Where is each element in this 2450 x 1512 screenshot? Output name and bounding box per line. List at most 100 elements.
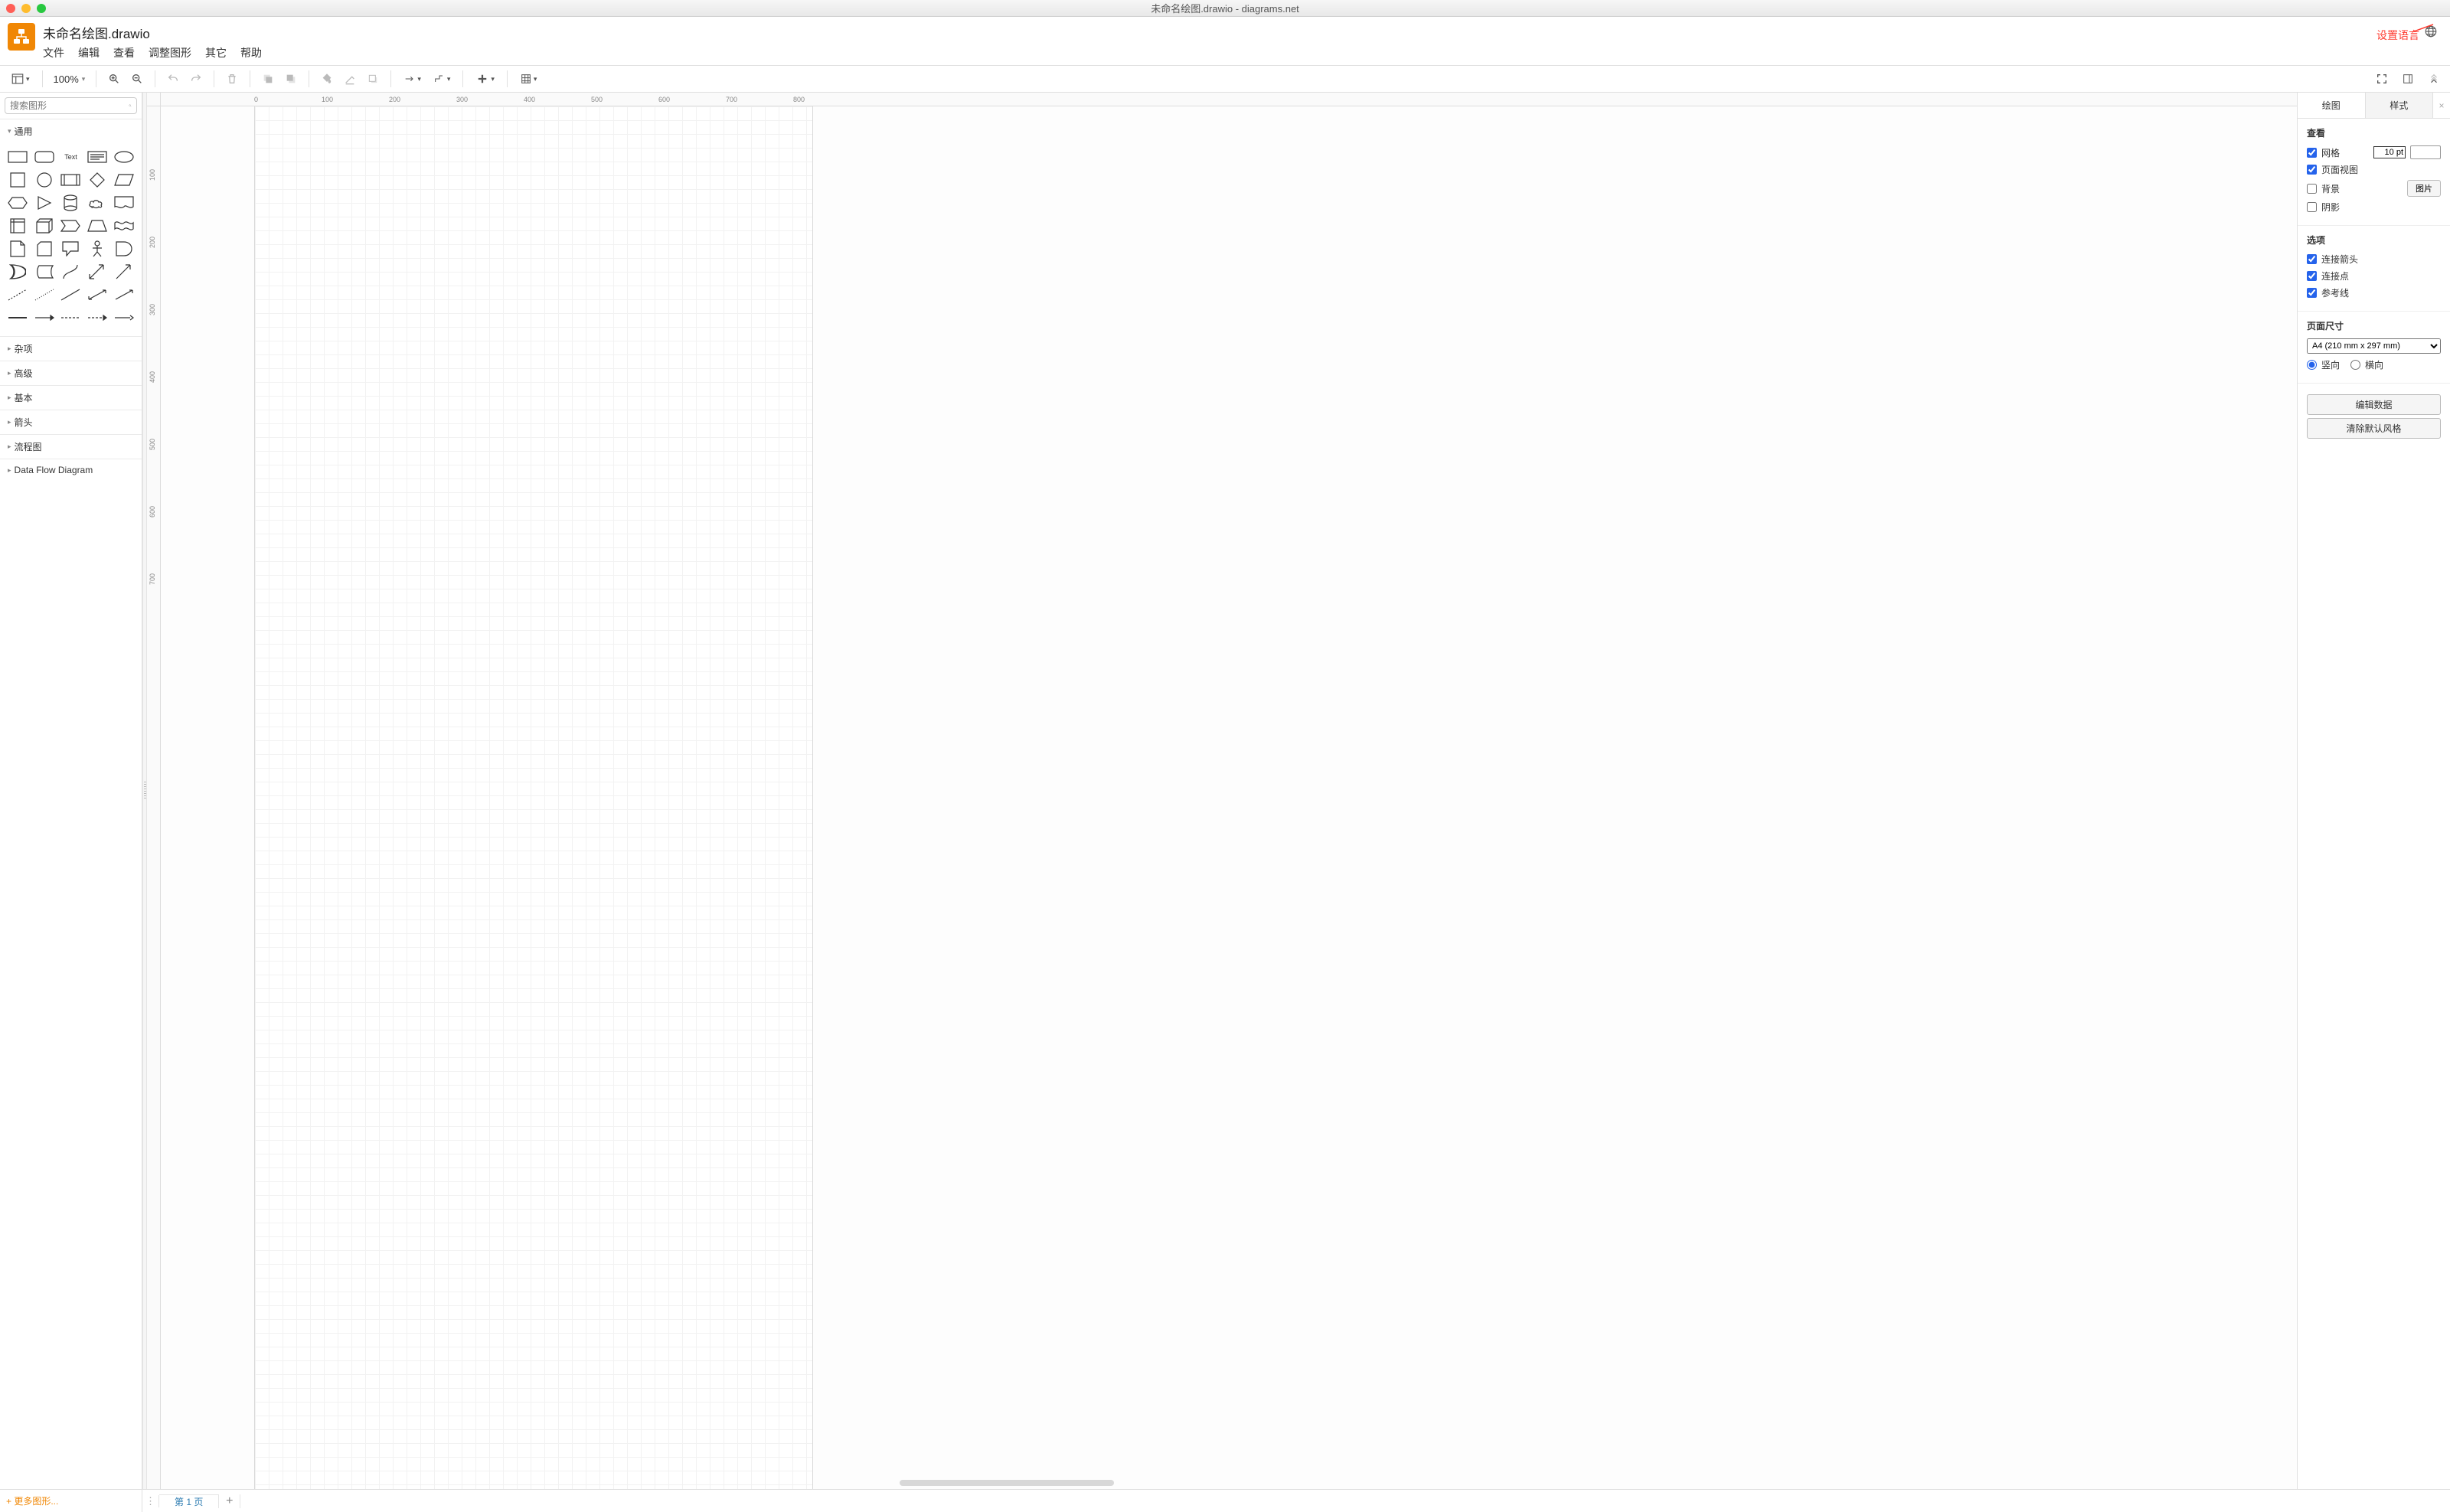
category-general[interactable]: ▾通用 [0, 119, 142, 143]
menu-file[interactable]: 文件 [43, 45, 64, 60]
shape-document[interactable] [112, 194, 136, 212]
shadow-button[interactable] [363, 69, 383, 89]
shape-step[interactable] [59, 217, 83, 235]
shape-rectangle[interactable] [6, 148, 30, 166]
collapse-button[interactable] [2424, 69, 2444, 89]
background-image-button[interactable]: 图片 [2407, 180, 2441, 197]
connection-button[interactable]: ▾ [399, 69, 426, 89]
tab-diagram[interactable]: 绘图 [2298, 93, 2366, 118]
canvas[interactable]: 0 100 200 300 400 500 600 700 800 100 20… [147, 93, 2297, 1489]
menu-adjust-shape[interactable]: 调整图形 [149, 45, 191, 60]
menu-other[interactable]: 其它 [205, 45, 227, 60]
shape-dashed-line[interactable] [6, 286, 30, 304]
shape-note[interactable] [6, 240, 30, 258]
close-window-button[interactable] [6, 4, 15, 13]
category-advanced[interactable]: ▸高级 [0, 361, 142, 385]
category-basic[interactable]: ▸基本 [0, 385, 142, 410]
menu-help[interactable]: 帮助 [240, 45, 262, 60]
guides-checkbox[interactable] [2307, 288, 2317, 298]
maximize-window-button[interactable] [37, 4, 46, 13]
zoom-dropdown[interactable]: 100%▾ [51, 73, 89, 85]
shape-connector-3[interactable] [59, 309, 83, 327]
shape-line-arrow-both[interactable] [86, 286, 109, 304]
more-shapes-button[interactable]: + 更多图形... [6, 1494, 58, 1507]
background-checkbox[interactable] [2307, 184, 2317, 194]
insert-button[interactable]: ▾ [471, 69, 499, 89]
edit-data-button[interactable]: 编辑数据 [2307, 394, 2441, 415]
shape-text[interactable]: Text [59, 148, 83, 166]
shape-internal-storage[interactable] [6, 217, 30, 235]
shape-diamond[interactable] [86, 171, 109, 189]
shape-parallelogram[interactable] [112, 171, 136, 189]
shape-dotted-line[interactable] [33, 286, 57, 304]
menu-view[interactable]: 查看 [113, 45, 135, 60]
add-page-button[interactable]: + [219, 1494, 240, 1508]
shape-tape[interactable] [112, 217, 136, 235]
pageview-checkbox[interactable] [2307, 165, 2317, 175]
shape-line-arrow[interactable] [112, 286, 136, 304]
page-menu-icon[interactable]: ⋮ [142, 1495, 159, 1507]
to-back-button[interactable] [281, 69, 301, 89]
shape-square[interactable] [6, 171, 30, 189]
shadow-checkbox[interactable] [2307, 202, 2317, 212]
waypoint-button[interactable]: ▾ [429, 69, 456, 89]
shape-rounded-rect[interactable] [33, 148, 57, 166]
shape-and[interactable] [112, 240, 136, 258]
minimize-window-button[interactable] [21, 4, 31, 13]
category-misc[interactable]: ▸杂项 [0, 336, 142, 361]
to-front-button[interactable] [258, 69, 278, 89]
shape-actor[interactable] [86, 240, 109, 258]
horizontal-scrollbar[interactable] [900, 1480, 1114, 1486]
language-icon[interactable] [2424, 24, 2438, 41]
shape-textbox[interactable] [86, 148, 109, 166]
shape-curve[interactable] [59, 263, 83, 281]
clear-style-button[interactable]: 清除默认风格 [2307, 418, 2441, 439]
shape-cube[interactable] [33, 217, 57, 235]
landscape-radio[interactable] [2350, 360, 2360, 370]
shape-cylinder[interactable] [59, 194, 83, 212]
shape-arrow[interactable] [112, 263, 136, 281]
undo-button[interactable] [163, 69, 183, 89]
document-title[interactable]: 未命名绘图.drawio [43, 21, 262, 45]
shape-connector-4[interactable] [86, 309, 109, 327]
zoom-in-button[interactable] [104, 69, 124, 89]
fill-color-button[interactable] [317, 69, 337, 89]
shape-ellipse[interactable] [112, 148, 136, 166]
category-arrows[interactable]: ▸箭头 [0, 410, 142, 434]
table-button[interactable]: ▾ [515, 69, 542, 89]
line-color-button[interactable] [340, 69, 360, 89]
zoom-out-button[interactable] [127, 69, 147, 89]
format-panel-toggle[interactable] [2398, 69, 2418, 89]
delete-button[interactable] [222, 69, 242, 89]
pagesize-select[interactable]: A4 (210 mm x 297 mm) [2307, 338, 2441, 354]
grid-checkbox[interactable] [2307, 148, 2317, 158]
grid-size-input[interactable] [2373, 146, 2406, 158]
fullscreen-button[interactable] [2372, 69, 2392, 89]
shape-search[interactable] [5, 97, 137, 114]
shape-trapezoid[interactable] [86, 217, 109, 235]
conn-point-checkbox[interactable] [2307, 271, 2317, 281]
drawing-page[interactable] [254, 106, 813, 1489]
shape-card[interactable] [33, 240, 57, 258]
shape-data-storage[interactable] [33, 263, 57, 281]
category-flowchart[interactable]: ▸流程图 [0, 434, 142, 459]
conn-arrow-checkbox[interactable] [2307, 254, 2317, 264]
shape-connector-2[interactable] [33, 309, 57, 327]
shape-or[interactable] [6, 263, 30, 281]
shape-triangle[interactable] [33, 194, 57, 212]
shape-line[interactable] [59, 286, 83, 304]
shape-callout[interactable] [59, 240, 83, 258]
shape-cloud[interactable] [86, 194, 109, 212]
shape-connector-5[interactable] [112, 309, 136, 327]
shape-bidir-arrow[interactable] [86, 263, 109, 281]
shape-connector-1[interactable] [6, 309, 30, 327]
shape-process[interactable] [59, 171, 83, 189]
portrait-radio[interactable] [2307, 360, 2317, 370]
view-mode-button[interactable]: ▾ [6, 69, 34, 89]
tab-style[interactable]: 样式 [2366, 93, 2434, 118]
shape-circle[interactable] [33, 171, 57, 189]
category-dfd[interactable]: ▸Data Flow Diagram [0, 459, 142, 481]
shape-hexagon[interactable] [6, 194, 30, 212]
grid-color-swatch[interactable] [2410, 145, 2441, 159]
menu-edit[interactable]: 编辑 [78, 45, 100, 60]
